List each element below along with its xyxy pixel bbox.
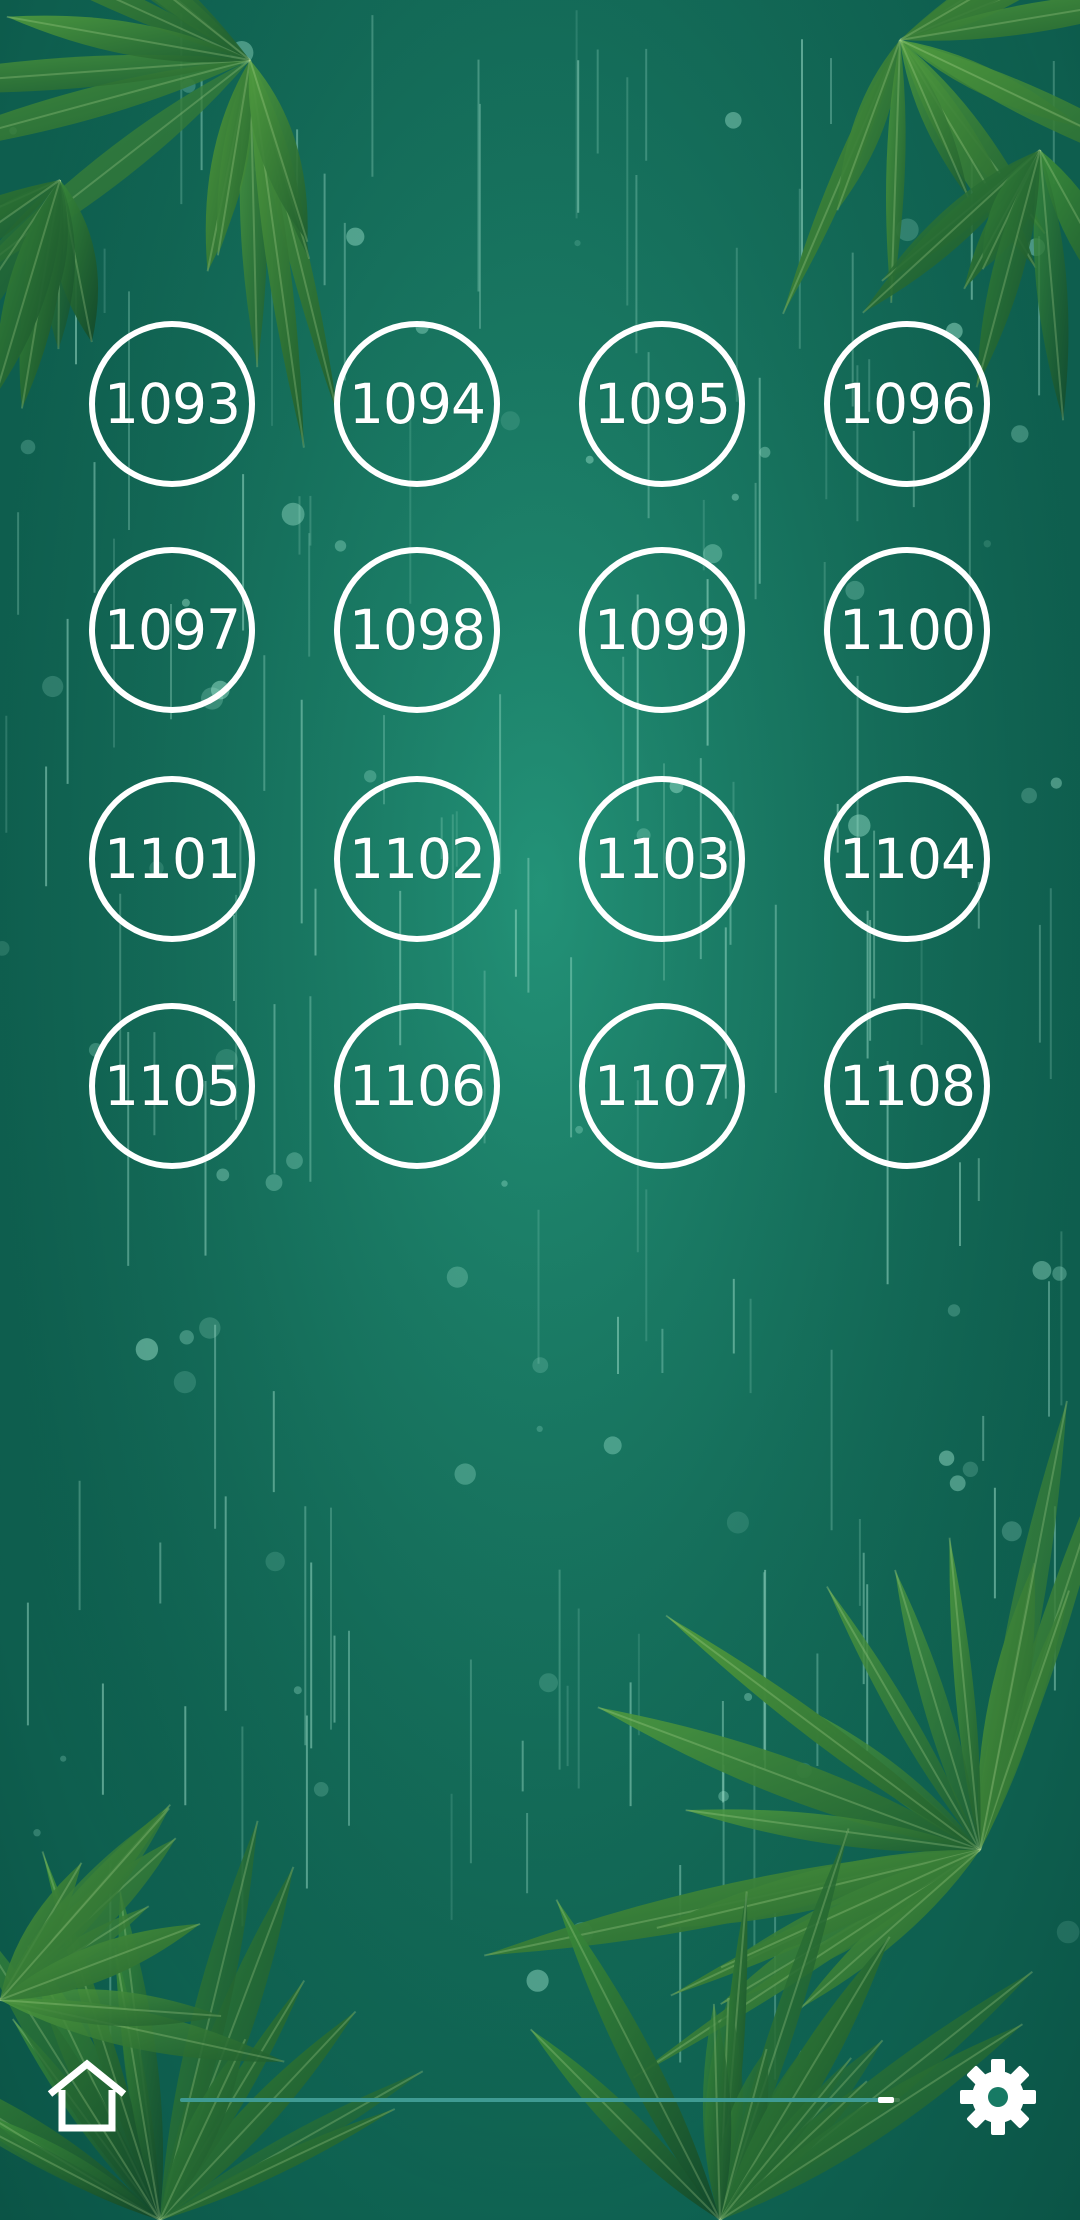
- level-button-1097[interactable]: 1097: [89, 547, 255, 713]
- progress-fill: [180, 2098, 886, 2102]
- level-button-1095[interactable]: 1095: [579, 321, 745, 487]
- home-icon: [47, 2059, 127, 2132]
- level-button-1093[interactable]: 1093: [89, 321, 255, 487]
- progress-bar[interactable]: [180, 2097, 900, 2103]
- level-button-1103[interactable]: 1103: [579, 776, 745, 942]
- level-button-1106[interactable]: 1106: [334, 1003, 500, 1169]
- level-button-1101[interactable]: 1101: [89, 776, 255, 942]
- progress-handle[interactable]: [877, 2097, 894, 2103]
- level-grid: 1093 1094 1095 1096 1097 1098 1099 1100 …: [0, 0, 1080, 2220]
- level-button-1100[interactable]: 1100: [824, 547, 990, 713]
- level-button-1099[interactable]: 1099: [579, 547, 745, 713]
- level-button-1104[interactable]: 1104: [824, 776, 990, 942]
- home-button[interactable]: [44, 2054, 130, 2140]
- level-button-1096[interactable]: 1096: [824, 321, 990, 487]
- level-button-1108[interactable]: 1108: [824, 1003, 990, 1169]
- gear-icon: [960, 2059, 1036, 2135]
- bottom-bar: [0, 2040, 1080, 2160]
- level-button-1102[interactable]: 1102: [334, 776, 500, 942]
- settings-button[interactable]: [955, 2054, 1041, 2140]
- level-button-1098[interactable]: 1098: [334, 547, 500, 713]
- level-button-1107[interactable]: 1107: [579, 1003, 745, 1169]
- level-button-1105[interactable]: 1105: [89, 1003, 255, 1169]
- level-button-1094[interactable]: 1094: [334, 321, 500, 487]
